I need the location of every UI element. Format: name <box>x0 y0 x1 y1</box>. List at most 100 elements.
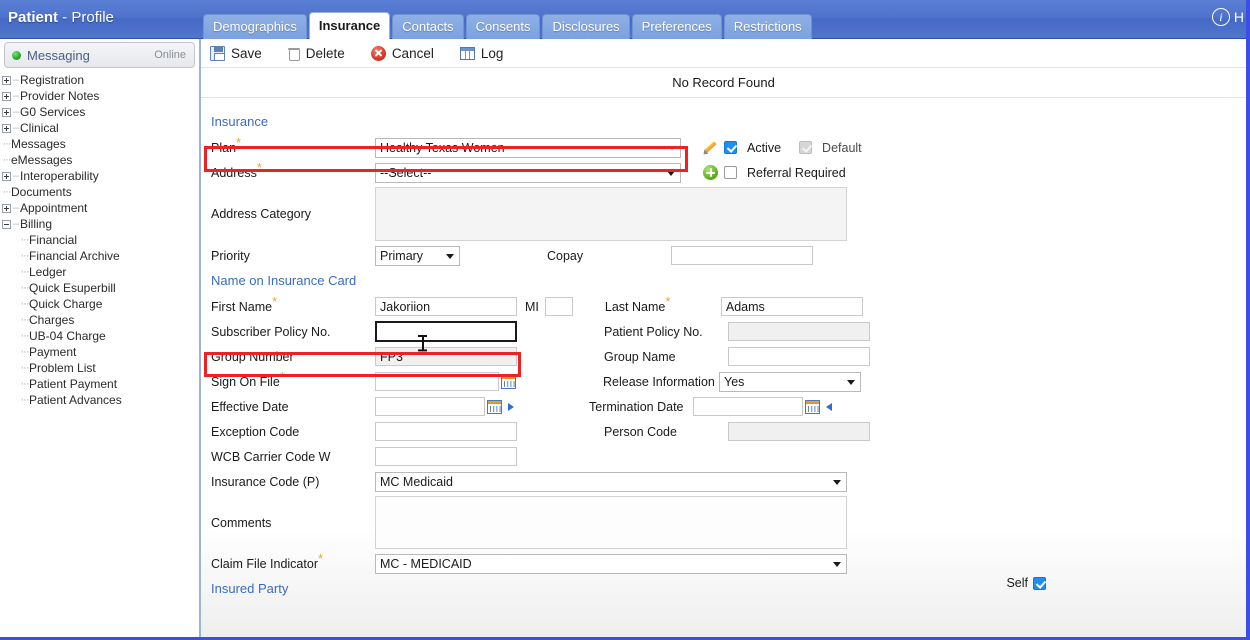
sidebar-item-financial-archive[interactable]: ··· Financial Archive <box>2 248 199 264</box>
messaging-label: Messaging <box>27 47 90 63</box>
sidebar-item-label: Provider Notes <box>20 89 100 103</box>
row-group: Group Number Group Name <box>209 344 1246 369</box>
first-name-input[interactable] <box>375 297 517 316</box>
section-heading-name-on-card: Name on Insurance Card <box>211 273 357 288</box>
tree-connector: – <box>12 74 20 86</box>
plan-selected-value: Healthy Texas Women <box>380 140 505 155</box>
sidebar-item-billing[interactable]: – Billing <box>2 216 199 232</box>
sidebar-item-financial[interactable]: ··· Financial <box>2 232 199 248</box>
edit-pencil-icon[interactable] <box>703 140 718 155</box>
sidebar-item-provider-notes[interactable]: – Provider Notes <box>2 88 199 104</box>
tree-expand-icon[interactable] <box>2 203 11 213</box>
tab-consents[interactable]: Consents <box>465 14 541 39</box>
insurance-code-select[interactable]: MC Medicaid <box>375 471 847 492</box>
row-address-category: Address Category <box>209 185 1246 243</box>
tree-expand-icon[interactable] <box>2 171 11 181</box>
sidebar-item-appointment[interactable]: – Appointment <box>2 200 199 216</box>
mi-input[interactable] <box>544 297 573 316</box>
group-name-input[interactable] <box>728 347 870 366</box>
tab-disclosures[interactable]: Disclosures <box>542 14 630 39</box>
cancel-button[interactable]: Cancel <box>370 45 434 61</box>
sidebar-item-quick-esuperbill[interactable]: ··· Quick Esuperbill <box>2 280 199 296</box>
delete-button[interactable]: Delete <box>287 46 345 61</box>
plan-select[interactable]: Healthy Texas Women <box>375 137 681 158</box>
sidebar-item-clinical[interactable]: – Clinical <box>2 120 199 136</box>
active-checkbox[interactable] <box>724 141 737 154</box>
sidebar-item-quick-charge[interactable]: ··· Quick Charge <box>2 296 199 312</box>
row-dates: Effective Date Termination Date <box>209 394 1246 419</box>
row-wcb-carrier-code: WCB Carrier Code W <box>209 444 1246 469</box>
sidebar-item-interoperability[interactable]: – Interoperability <box>2 168 199 184</box>
messaging-status-bar[interactable]: Messaging Online <box>4 42 195 68</box>
row-sign-on-file: Sign On File* Release Information Yes <box>209 369 1246 394</box>
tab-contacts[interactable]: Contacts <box>392 14 464 39</box>
sidebar-item-g0-services[interactable]: – G0 Services <box>2 104 199 120</box>
sidebar-item-label: Quick Charge <box>29 297 103 311</box>
sidebar-item-registration[interactable]: – Registration <box>2 72 199 88</box>
effective-date-input[interactable] <box>375 397 485 416</box>
sidebar-item-label: Billing <box>20 217 53 231</box>
tree-expand-icon[interactable] <box>2 123 11 133</box>
claim-file-indicator-select[interactable]: MC - MEDICAID <box>375 553 847 574</box>
sidebar-item-patient-advances[interactable]: ··· Patient Advances <box>2 392 199 408</box>
tree-expand-icon[interactable] <box>2 91 11 101</box>
wcb-carrier-code-input[interactable] <box>375 447 517 466</box>
effective-date-next-arrow-icon[interactable] <box>508 402 514 411</box>
termination-date-calendar-icon[interactable] <box>805 399 820 414</box>
sidebar-item-label: Interoperability <box>20 169 99 183</box>
sidebar-item-emessages[interactable]: ··· eMessages <box>2 152 199 168</box>
tree-expand-icon[interactable] <box>2 107 11 117</box>
address-label: Address* <box>211 159 262 180</box>
row-insured-party: Insured Party Self <box>209 576 1246 601</box>
patient-policy-input[interactable] <box>728 322 870 341</box>
add-address-icon[interactable] <box>703 165 718 180</box>
sidebar-item-patient-payment[interactable]: ··· Patient Payment <box>2 376 199 392</box>
no-record-found-status: No Record Found <box>201 68 1246 98</box>
active-label: Active <box>747 140 782 155</box>
person-code-input[interactable] <box>728 422 870 441</box>
log-button[interactable]: Log <box>459 46 503 61</box>
sidebar-item-charges[interactable]: ··· Charges <box>2 312 199 328</box>
chevron-down-icon <box>669 145 675 150</box>
comments-textarea[interactable] <box>375 496 847 549</box>
termination-date-prev-arrow-icon[interactable] <box>826 402 832 411</box>
sidebar-item-label: Charges <box>29 313 75 327</box>
sidebar-item-label: G0 Services <box>20 105 86 119</box>
log-grid-icon <box>459 46 475 60</box>
sidebar-item-label: eMessages <box>11 153 73 167</box>
sidebar-item-messages[interactable]: ··· Messages <box>2 136 199 152</box>
priority-select[interactable]: Primary <box>375 245 460 266</box>
sidebar-item-payment[interactable]: ··· Payment <box>2 344 199 360</box>
exception-code-input[interactable] <box>375 422 517 441</box>
effective-date-calendar-icon[interactable] <box>487 399 502 414</box>
wcb-carrier-code-label: WCB Carrier Code W <box>211 449 331 464</box>
default-checkbox <box>799 141 813 154</box>
tab-restrictions[interactable]: Restrictions <box>723 14 812 39</box>
sign-on-file-calendar-icon[interactable] <box>501 374 516 389</box>
plan-label: Plan* <box>211 134 242 155</box>
tab-demographics[interactable]: Demographics <box>203 14 307 39</box>
self-checkbox[interactable] <box>1033 576 1046 590</box>
release-information-select[interactable]: Yes <box>719 371 861 392</box>
sidebar-item-documents[interactable]: ··· Documents <box>2 184 199 200</box>
tab-preferences[interactable]: Preferences <box>631 14 722 39</box>
tree-connector: – <box>12 90 20 102</box>
sidebar-item-label: Patient Advances <box>29 393 122 407</box>
chevron-down-icon <box>446 253 454 259</box>
group-number-input[interactable] <box>375 347 517 366</box>
sign-on-file-input[interactable] <box>375 372 499 391</box>
tree-expand-icon[interactable] <box>2 75 11 85</box>
last-name-input[interactable] <box>720 297 863 316</box>
subscriber-policy-input[interactable] <box>375 321 517 342</box>
address-select[interactable]: --Select-- <box>375 162 681 183</box>
referral-required-checkbox[interactable] <box>724 166 737 179</box>
save-button[interactable]: Save <box>210 45 262 61</box>
sidebar-item-ub-04-charge[interactable]: ··· UB-04 Charge <box>2 328 199 344</box>
row-insurance-code: Insurance Code (P) MC Medicaid <box>209 469 1246 494</box>
tree-collapse-icon[interactable] <box>2 219 11 229</box>
copay-input[interactable] <box>671 246 813 265</box>
sidebar-item-problem-list[interactable]: ··· Problem List <box>2 360 199 376</box>
sidebar-item-ledger[interactable]: ··· Ledger <box>2 264 199 280</box>
termination-date-input[interactable] <box>693 397 803 416</box>
tab-insurance[interactable]: Insurance <box>308 12 391 39</box>
